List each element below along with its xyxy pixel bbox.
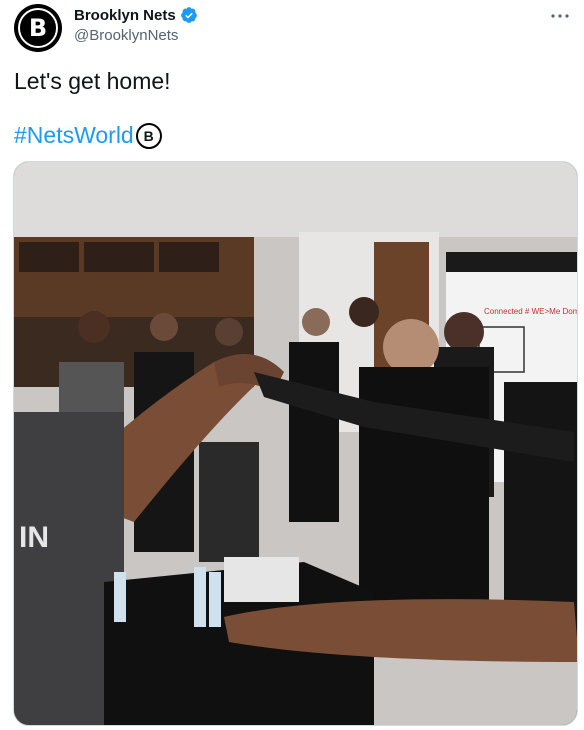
tweet-card[interactable]: B Brooklyn Nets @BrooklynNets Let's get … xyxy=(0,0,584,730)
author-name-row: Brooklyn Nets xyxy=(74,6,198,24)
nets-logo-icon: B xyxy=(135,122,162,149)
author-display-name[interactable]: Brooklyn Nets xyxy=(74,7,176,24)
nets-logo-icon: B xyxy=(18,8,58,48)
hashtag-link[interactable]: #NetsWorld xyxy=(14,122,134,149)
tweet-media-photo[interactable]: Connected # WE>Me Dome IN xyxy=(13,161,578,726)
verified-badge-icon xyxy=(180,7,197,23)
whiteboard-text: Connected # WE>Me Dome xyxy=(484,307,578,316)
more-options-button[interactable] xyxy=(548,6,572,26)
locker-room-huddle-photo: Connected # WE>Me Dome IN xyxy=(14,162,578,725)
svg-text:IN: IN xyxy=(19,521,49,554)
tweet-text: Let's get home! xyxy=(14,68,171,94)
hashtag-row: #NetsWorld B xyxy=(14,122,162,149)
author-avatar[interactable]: B xyxy=(14,4,62,52)
author-handle[interactable]: @BrooklynNets xyxy=(74,27,178,44)
more-dots-icon xyxy=(551,14,569,18)
